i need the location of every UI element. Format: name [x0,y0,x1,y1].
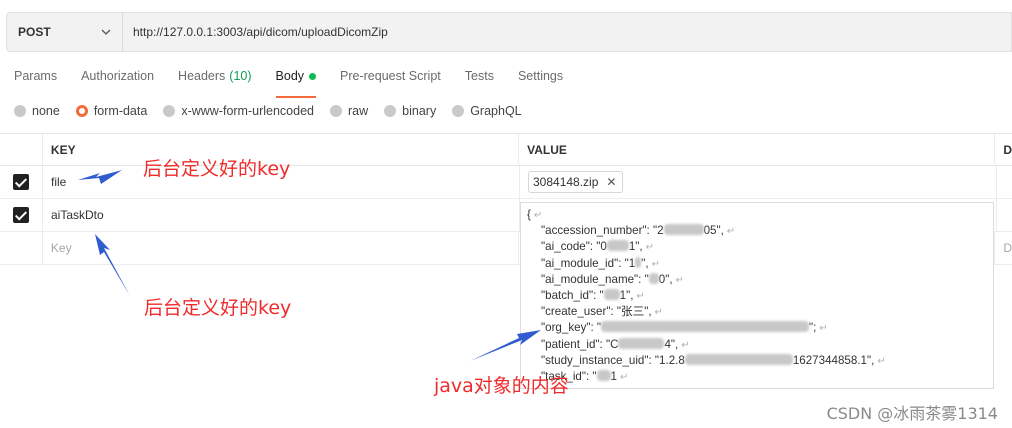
tab-tests[interactable]: Tests [465,68,494,94]
description-cell[interactable] [997,166,1012,198]
body-active-dot-icon [309,73,317,80]
tab-settings[interactable]: Settings [518,68,563,94]
request-url-bar: POST http://127.0.0.1:3003/api/dicom/upl… [6,12,1012,52]
annotation-java-label: java对象的内容 [434,375,569,397]
radio-x-www-form-urlencoded[interactable]: x-www-form-urlencoded [163,104,314,118]
radio-circle-icon [384,105,397,117]
redacted-blur [635,256,642,268]
remove-file-icon[interactable]: ✕ [606,175,616,189]
json-line: "task_id": " 1 ↵ [541,370,629,384]
redacted-blur [606,240,629,252]
radio-raw[interactable]: raw [330,104,368,118]
method-label: POST [18,25,51,39]
column-header-description: D [1003,142,1012,157]
new-description-input[interactable]: D [995,232,1012,264]
json-line: "study_instance_uid": "1.2.8 1627344858.1… [541,353,886,367]
json-line: "ai_module_id": "1 ", ↵ [541,256,660,270]
headers-count: (10) [229,69,252,83]
redacted-blur [648,272,659,284]
redacted-blur [663,224,704,236]
json-line: "create_user": "张三", ↵ [541,305,663,319]
radio-binary[interactable]: binary [384,104,436,118]
json-line: "batch_id": " 1", ↵ [541,289,645,303]
radio-graphql[interactable]: GraphQL [452,104,522,118]
radio-selected-icon [75,105,88,117]
key-cell[interactable]: aiTaskDto [43,199,520,231]
annotation-key-label-2: 后台定义好的key [144,297,292,319]
value-cell[interactable]: 3084148.zip ✕ [520,166,997,198]
json-line: "accession_number": "2 05", ↵ [541,224,736,238]
radio-circle-icon [330,105,342,117]
redacted-blur [618,337,665,349]
row-enabled-checkbox[interactable] [13,207,29,223]
method-select[interactable]: POST [6,12,122,52]
json-open-brace: { [527,208,531,221]
json-line: "ai_code": "0 1", ↵ [541,240,655,254]
annotation-key-label-1: 后台定义好的key [143,158,291,180]
row-enabled-checkbox[interactable] [13,174,29,190]
radio-circle-icon [452,105,465,117]
json-value-textarea[interactable]: {↵ "accession_number": "2 05", ↵ "ai_code"… [520,202,994,389]
radio-circle-icon [163,105,176,117]
tab-body[interactable]: Body [275,68,317,98]
watermark: CSDN @冰雨茶雾1314 [826,404,998,423]
redacted-blur [601,321,810,333]
new-key-input[interactable]: Key [43,232,520,264]
chevron-down-icon [101,29,111,35]
redacted-blur [684,353,793,365]
description-cell[interactable] [997,199,1012,231]
radio-circle-icon [14,105,26,117]
tab-authorization[interactable]: Authorization [81,68,154,94]
json-line: "patient_id": "C 4", ↵ [541,337,690,351]
json-line: "org_key": " "; ↵ [541,321,828,335]
request-tabs: Params Authorization Headers (10) Body Pr… [14,68,587,98]
redacted-blur [603,289,620,301]
json-line: "ai_module_name": " 0", ↵ [541,272,684,286]
column-header-value: VALUE [519,134,996,165]
radio-form-data[interactable]: form-data [75,104,147,118]
url-input[interactable]: http://127.0.0.1:3003/api/dicom/uploadDi… [122,12,1012,52]
tab-pre-request-script[interactable]: Pre-request Script [340,68,441,94]
file-chip: 3084148.zip ✕ [528,171,624,193]
tab-params[interactable]: Params [14,68,57,94]
file-name: 3084148.zip [533,175,599,189]
radio-none[interactable]: none [14,104,60,118]
body-type-radios: none form-data x-www-form-urlencoded raw… [14,104,538,118]
redacted-blur [596,370,611,382]
tab-headers[interactable]: Headers (10) [178,68,251,94]
